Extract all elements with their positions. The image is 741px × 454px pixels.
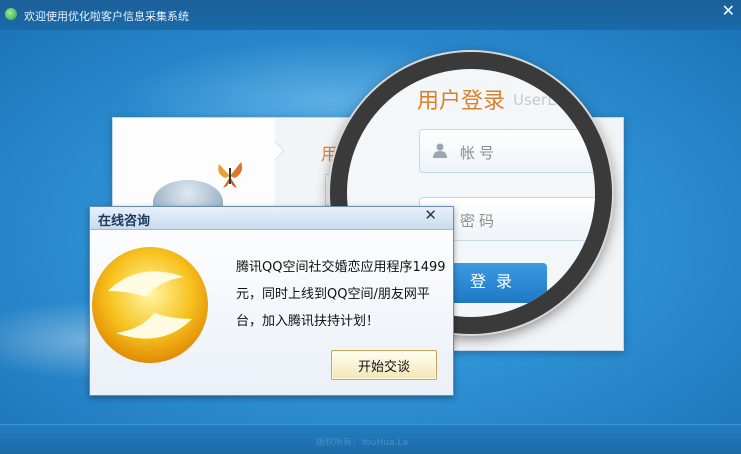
popup-title-bar: 在线咨询 ✕: [90, 206, 453, 230]
butterfly-icon: [218, 162, 243, 188]
window-close-icon[interactable]: ✕: [722, 1, 735, 20]
account-field[interactable]: 帐号: [419, 129, 595, 173]
title-bar: 欢迎使用优化啦客户信息采集系统 ✕: [0, 0, 741, 30]
popup-close-icon[interactable]: ✕: [424, 206, 437, 224]
popup-title: 在线咨询: [98, 214, 151, 229]
qq-space-logo: [92, 247, 208, 363]
login-subtitle: UserL: [513, 91, 556, 109]
copyright-text: 版权所有：YouHua.La: [316, 438, 408, 448]
password-placeholder: 密码: [460, 212, 499, 230]
window-title: 欢迎使用优化啦客户信息采集系统: [24, 10, 189, 23]
app-icon: [5, 8, 17, 20]
login-title: 用户登录: [417, 89, 506, 114]
footer-bar: 版权所有：YouHua.La: [0, 424, 741, 454]
account-placeholder: 帐号: [460, 144, 499, 162]
consult-popup: 在线咨询 ✕ 腾讯QQ空间社交婚恋应用程序1499元，同时上线到QQ空间/朋友网…: [89, 206, 454, 396]
app-window: 欢迎使用优化啦客户信息采集系统 ✕ 用 用户登录 UserL 帐号 密码 登录 …: [0, 0, 741, 454]
start-chat-button[interactable]: 开始交谈: [331, 350, 437, 380]
user-icon: [433, 143, 447, 158]
popup-message: 腾讯QQ空间社交婚恋应用程序1499元，同时上线到QQ空间/朋友网平台，加入腾讯…: [236, 260, 446, 329]
